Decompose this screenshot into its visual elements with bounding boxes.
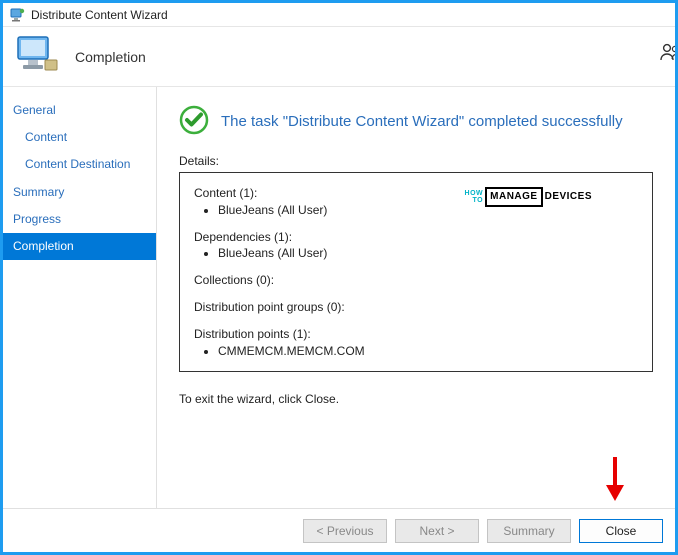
sidebar-item-progress[interactable]: Progress xyxy=(3,206,156,233)
details-dependencies-item: BlueJeans (All User) xyxy=(218,245,638,262)
window-title: Distribute Content Wizard xyxy=(31,8,168,22)
details-collections-header: Collections (0): xyxy=(194,272,638,289)
next-button: Next > xyxy=(395,519,479,543)
details-dpgroups-header: Distribution point groups (0): xyxy=(194,299,638,316)
sidebar-item-content[interactable]: Content xyxy=(3,124,156,151)
sidebar-item-summary[interactable]: Summary xyxy=(3,179,156,206)
wizard-header: Completion xyxy=(3,27,675,87)
details-collections: Collections (0): xyxy=(194,272,638,289)
wizard-body: General Content Content Destination Summ… xyxy=(3,87,675,508)
previous-button: < Previous xyxy=(303,519,387,543)
details-label: Details: xyxy=(179,154,653,168)
details-dpgroups: Distribution point groups (0): xyxy=(194,299,638,316)
sidebar-item-content-destination[interactable]: Content Destination xyxy=(3,151,156,178)
details-dependencies-header: Dependencies (1): xyxy=(194,229,638,246)
users-icon xyxy=(659,41,675,66)
page-title: Completion xyxy=(75,49,146,65)
details-dpoints-header: Distribution points (1): xyxy=(194,326,638,343)
status-message: The task "Distribute Content Wizard" com… xyxy=(221,113,623,130)
details-dpoints: Distribution points (1): CMMEMCM.MEMCM.C… xyxy=(194,326,638,360)
titlebar: Distribute Content Wizard xyxy=(3,3,675,27)
watermark: HOWTO MANAGE DEVICES xyxy=(465,187,592,207)
status-row: The task "Distribute Content Wizard" com… xyxy=(179,105,653,138)
wizard-main: The task "Distribute Content Wizard" com… xyxy=(157,87,675,508)
sidebar-item-general[interactable]: General xyxy=(3,97,156,124)
close-button[interactable]: Close xyxy=(579,519,663,543)
app-icon xyxy=(9,7,25,23)
exit-instruction: To exit the wizard, click Close. xyxy=(179,392,653,406)
details-dependencies: Dependencies (1): BlueJeans (All User) xyxy=(194,229,638,263)
computer-icon xyxy=(15,34,61,79)
wizard-sidebar: General Content Content Destination Summ… xyxy=(3,87,157,508)
details-dpoints-item: CMMEMCM.MEMCM.COM xyxy=(218,343,638,360)
summary-button: Summary xyxy=(487,519,571,543)
details-box: HOWTO MANAGE DEVICES Content (1): BlueJe… xyxy=(179,172,653,372)
wizard-footer: < Previous Next > Summary Close xyxy=(3,508,675,552)
sidebar-item-completion[interactable]: Completion xyxy=(3,233,156,260)
success-check-icon xyxy=(179,105,209,138)
